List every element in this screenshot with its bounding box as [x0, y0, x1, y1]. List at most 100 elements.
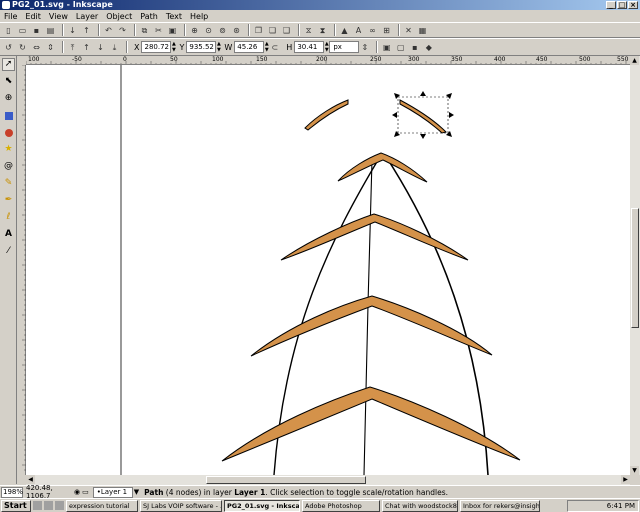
rectangle-tool-icon[interactable] [2, 109, 15, 122]
pencil-tool-icon[interactable]: ✎ [2, 177, 15, 190]
center-line[interactable] [363, 159, 373, 475]
zoom-width-icon[interactable]: ⊛ [231, 25, 242, 36]
paste-icon[interactable]: ▣ [167, 25, 178, 36]
undo-icon[interactable]: ↶ [103, 25, 114, 36]
menu-view[interactable]: View [49, 12, 68, 21]
layers-icon[interactable]: ∞ [367, 25, 378, 36]
menu-file[interactable]: File [4, 12, 17, 21]
menu-path[interactable]: Path [140, 12, 158, 21]
zoom-page-icon[interactable]: ⊚ [217, 25, 228, 36]
scroll-left-icon[interactable]: ◀ [26, 475, 35, 484]
scale-handle-s[interactable] [420, 134, 426, 139]
w-field[interactable]: 45.26 [234, 41, 265, 53]
open-icon[interactable]: ▭ [17, 25, 28, 36]
flip-vertical-icon[interactable]: ⇕ [45, 42, 56, 53]
layer-visibility-icon[interactable]: ◉ [74, 488, 80, 496]
raise-to-top-icon[interactable]: ⤒ [67, 42, 78, 53]
chevron-row-3[interactable] [250, 295, 493, 357]
scale-stroke-icon[interactable]: ▣ [381, 42, 392, 53]
scroll-up-icon[interactable]: ▲ [630, 56, 639, 65]
selected-piece[interactable] [399, 99, 447, 134]
layer-select[interactable]: •Layer 1 [92, 486, 133, 498]
minimize-button[interactable]: _ [606, 1, 616, 9]
horizontal-ruler[interactable]: 100 -50 0 50 100 150 200 250 300 350 400… [26, 56, 630, 65]
unit-chevron-down-icon[interactable]: ⇕ [359, 42, 370, 53]
lower-to-bottom-icon[interactable]: ⤓ [109, 42, 120, 53]
vertical-ruler[interactable] [17, 65, 26, 475]
group-icon[interactable]: ⧖ [303, 25, 314, 36]
scale-handle-n[interactable] [420, 91, 426, 96]
scale-handle-se[interactable] [446, 131, 452, 137]
lock-icon[interactable]: ⊂ [269, 42, 280, 53]
task-inkscape[interactable]: PG2_01.svg - Inkscape [224, 499, 300, 512]
layer-lock-icon[interactable]: ▭ [82, 488, 89, 496]
scale-corners-icon[interactable]: ▢ [395, 42, 406, 53]
chevron-row-1[interactable] [337, 152, 428, 183]
spiral-tool-icon[interactable]: @ [2, 160, 15, 173]
vertical-scroll-thumb[interactable] [631, 208, 639, 328]
cut-icon[interactable]: ✂ [153, 25, 164, 36]
start-button[interactable]: Start [1, 499, 31, 512]
chevron-row-2[interactable] [280, 213, 469, 261]
clone-icon[interactable]: ❏ [267, 25, 278, 36]
quicklaunch-explorer-icon[interactable] [55, 501, 64, 510]
clock[interactable]: 6:41 PM [607, 502, 635, 510]
rotate-ccw-icon[interactable]: ↺ [3, 42, 14, 53]
ungroup-icon[interactable]: ⧗ [317, 25, 328, 36]
export-icon[interactable]: ↑ [81, 25, 92, 36]
task-sj-labs[interactable]: SJ Labs VOIP software - ... [140, 499, 222, 512]
menu-edit[interactable]: Edit [25, 12, 41, 21]
scale-handle-ne[interactable] [446, 93, 452, 99]
menu-object[interactable]: Object [106, 12, 132, 21]
y-spinner[interactable]: ▲ ▼ [216, 41, 221, 53]
dropper-tool-icon[interactable]: ⁄ [2, 245, 15, 258]
raise-icon[interactable]: ↑ [81, 42, 92, 53]
transform-gradient-icon[interactable]: ▪ [409, 42, 420, 53]
scroll-right-icon[interactable]: ▶ [621, 475, 630, 484]
h-field[interactable]: 30.41 [294, 41, 325, 53]
star-tool-icon[interactable]: ★ [2, 143, 15, 156]
inkscape-app-icon[interactable] [2, 1, 10, 9]
lower-icon[interactable]: ↓ [95, 42, 106, 53]
menu-text[interactable]: Text [166, 12, 182, 21]
task-chat[interactable]: Chat with woodstock870... [382, 499, 458, 512]
unlink-clone-icon[interactable]: ❑ [281, 25, 292, 36]
scroll-down-icon[interactable]: ▼ [630, 466, 639, 475]
maximize-button[interactable]: □ [617, 1, 627, 9]
text-tool-icon[interactable]: A [2, 228, 15, 241]
scale-handle-w[interactable] [392, 112, 397, 118]
redo-icon[interactable]: ↷ [117, 25, 128, 36]
vertical-scrollbar[interactable]: ▲ ▼ [630, 56, 640, 475]
horizontal-scroll-thumb[interactable] [206, 476, 366, 484]
task-photoshop[interactable]: Adobe Photoshop [302, 499, 380, 512]
pen-tool-icon[interactable]: ✒ [2, 194, 15, 207]
horizontal-scrollbar[interactable]: ◀ ▶ [26, 475, 630, 485]
calligraphy-tool-icon[interactable]: ℓ [2, 211, 15, 224]
close-button[interactable]: × [628, 1, 638, 9]
scale-handle-e[interactable] [449, 112, 454, 118]
print-icon[interactable]: ▤ [45, 25, 56, 36]
node-tool-icon[interactable]: ⬉ [2, 75, 15, 88]
text-font-icon[interactable]: A [353, 25, 364, 36]
flip-horizontal-icon[interactable]: ⇔ [31, 42, 42, 53]
rotate-cw-icon[interactable]: ↻ [17, 42, 28, 53]
preferences-icon[interactable]: ✕ [403, 25, 414, 36]
scale-handle-sw[interactable] [394, 131, 400, 137]
new-icon[interactable]: ▯ [3, 25, 14, 36]
xml-editor-icon[interactable]: ⊞ [381, 25, 392, 36]
save-icon[interactable]: ▪ [31, 25, 42, 36]
x-spinner[interactable]: ▲ ▼ [171, 41, 176, 53]
quicklaunch-desktop-icon[interactable] [33, 501, 42, 510]
title-bar[interactable]: PG2_01.svg - Inkscape _ □ × [0, 0, 640, 10]
document-properties-icon[interactable]: ▦ [417, 25, 428, 36]
zoom-drawing-icon[interactable]: ⊙ [203, 25, 214, 36]
layer-chevron-down-icon[interactable]: ▼ [134, 488, 139, 496]
copy-icon[interactable]: ⧉ [139, 25, 150, 36]
zoom-field[interactable]: 198% [1, 486, 23, 498]
transform-pattern-icon[interactable]: ◆ [423, 42, 434, 53]
zoom-tool-icon[interactable]: ⊕ [2, 92, 15, 105]
task-inbox[interactable]: Inbox for rekers@insight... [460, 499, 540, 512]
zoom-selection-icon[interactable]: ⊕ [189, 25, 200, 36]
import-icon[interactable]: ↓ [67, 25, 78, 36]
duplicate-icon[interactable]: ❐ [253, 25, 264, 36]
